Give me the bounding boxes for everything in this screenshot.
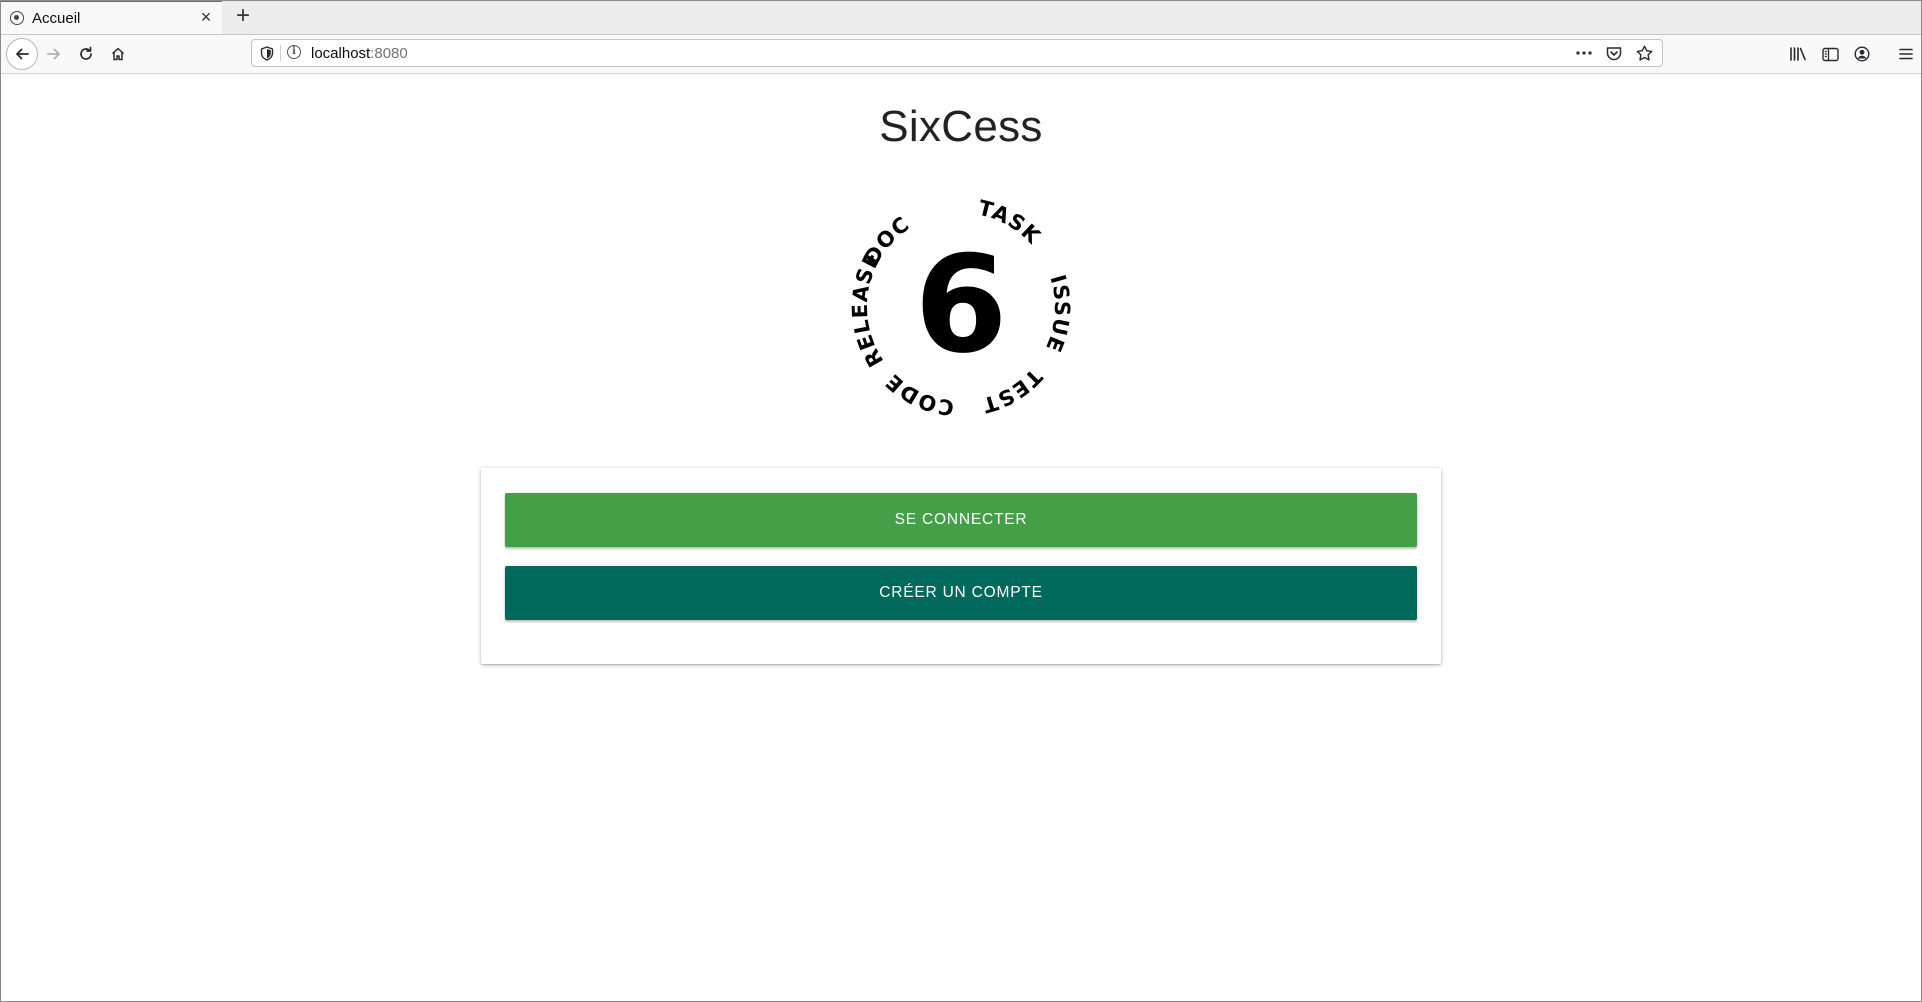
pocket-icon[interactable] bbox=[1604, 43, 1624, 63]
toolbar-right bbox=[1782, 40, 1922, 68]
forward-arrow-icon bbox=[47, 48, 60, 60]
svg-text:ISSUE: ISSUE bbox=[1041, 272, 1071, 356]
library-icon bbox=[1790, 47, 1806, 61]
tab-strip: Accueil × + bbox=[0, 0, 1922, 35]
svg-text:RELEASE: RELEASE bbox=[851, 248, 888, 371]
tab-title: Accueil bbox=[32, 10, 81, 27]
reload-button[interactable] bbox=[72, 40, 100, 68]
url-host: localhost bbox=[311, 45, 371, 62]
auth-card: SE CONNECTER CRÉER UN COMPTE bbox=[481, 468, 1441, 664]
url-port: :8080 bbox=[370, 45, 408, 62]
login-button[interactable]: SE CONNECTER bbox=[505, 493, 1417, 547]
navigation-toolbar: i localhost:8080 bbox=[0, 35, 1922, 74]
page-title: SixCess bbox=[879, 102, 1043, 151]
reload-icon bbox=[80, 46, 92, 60]
tab-close-button[interactable]: × bbox=[196, 7, 216, 27]
shield-icon[interactable] bbox=[260, 46, 274, 66]
hamburger-menu-icon bbox=[1899, 48, 1913, 60]
create-account-button[interactable]: CRÉER UN COMPTE bbox=[505, 566, 1417, 620]
account-icon bbox=[1854, 46, 1870, 62]
library-button[interactable] bbox=[1782, 40, 1814, 68]
sixcess-logo: 6 DOC TASK ISSUE TEST CODE RELEASE bbox=[848, 196, 1073, 420]
info-icon[interactable]: i bbox=[287, 45, 301, 59]
logo-graphic: 6 DOC TASK ISSUE TEST CODE RELEASE bbox=[848, 196, 1073, 420]
menu-button[interactable] bbox=[1890, 40, 1922, 68]
tab-accueil[interactable]: Accueil × bbox=[0, 0, 222, 34]
favicon-icon bbox=[10, 11, 24, 25]
new-tab-button[interactable]: + bbox=[230, 3, 256, 29]
back-arrow-icon bbox=[16, 48, 29, 60]
address-bar[interactable]: i localhost:8080 bbox=[251, 39, 1663, 67]
back-button[interactable] bbox=[6, 38, 38, 70]
page-actions bbox=[1574, 43, 1654, 63]
account-button[interactable] bbox=[1846, 40, 1878, 68]
home-button[interactable] bbox=[104, 40, 132, 68]
logo-six: 6 bbox=[914, 227, 1007, 383]
forward-button[interactable] bbox=[40, 40, 68, 68]
more-dots-icon[interactable] bbox=[1574, 43, 1594, 63]
logo-word-issue: ISSUE bbox=[1041, 272, 1073, 356]
home-icon bbox=[111, 47, 125, 61]
sidebar-icon bbox=[1821, 47, 1839, 61]
sidebar-button[interactable] bbox=[1814, 40, 1846, 68]
address-divider bbox=[280, 45, 281, 61]
url-text[interactable]: localhost:8080 bbox=[311, 45, 408, 62]
star-icon[interactable] bbox=[1634, 43, 1654, 63]
logo-word-release: RELEASE bbox=[848, 248, 887, 371]
